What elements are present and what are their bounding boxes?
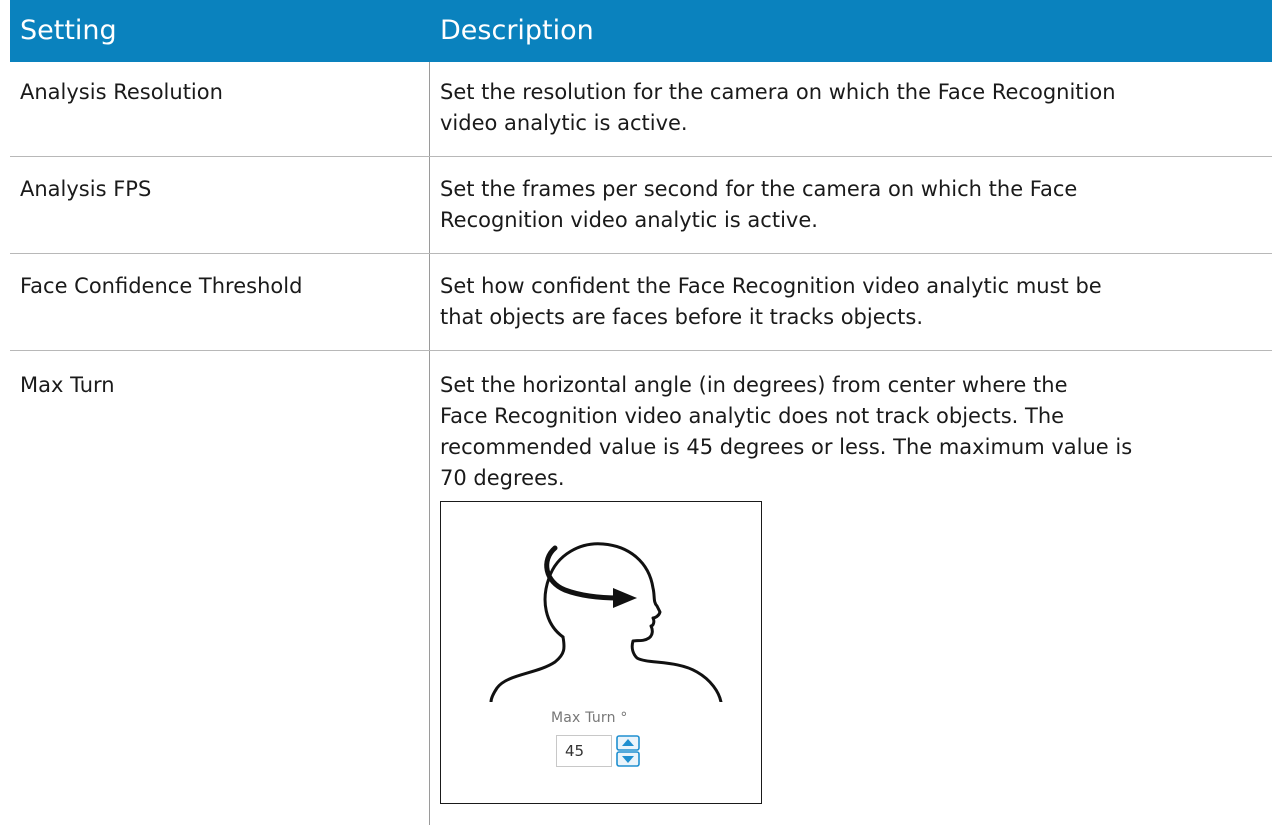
description-line: recommended value is 45 degrees or less.… xyxy=(440,435,1133,459)
column-divider xyxy=(429,62,430,825)
description-line: Set the horizontal angle (in degrees) fr… xyxy=(440,373,1068,397)
setting-description: Set the horizontal angle (in degrees) fr… xyxy=(440,370,1260,494)
description-line: Face Recognition video analytic does not… xyxy=(440,404,1065,428)
header-setting: Setting xyxy=(20,15,117,46)
row-divider xyxy=(10,253,1272,254)
description-line: Recognition video analytic is active. xyxy=(440,208,818,232)
setting-name: Analysis FPS xyxy=(20,177,152,201)
description-line: that objects are faces before it tracks … xyxy=(440,305,924,329)
spinner-down-icon[interactable] xyxy=(616,751,640,767)
spinner-up-icon[interactable] xyxy=(616,735,640,751)
table-header: Setting Description xyxy=(10,0,1272,62)
setting-description: Set the frames per second for the camera… xyxy=(440,174,1260,236)
setting-name: Face Confidence Threshold xyxy=(20,274,303,298)
description-line: Set the frames per second for the camera… xyxy=(440,177,1078,201)
setting-description: Set the resolution for the camera on whi… xyxy=(440,77,1260,139)
max-turn-figure: Max Turn ° 45 xyxy=(440,501,762,804)
row-divider xyxy=(10,350,1272,351)
row-divider xyxy=(10,156,1272,157)
setting-name: Max Turn xyxy=(20,373,115,397)
description-line: Set how confident the Face Recognition v… xyxy=(440,274,1102,298)
description-line: video analytic is active. xyxy=(440,111,688,135)
max-turn-value: 45 xyxy=(565,742,585,760)
description-line: 70 degrees. xyxy=(440,466,565,490)
max-turn-label: Max Turn ° xyxy=(551,710,628,726)
header-description: Description xyxy=(440,15,594,46)
settings-table: Setting Description Analysis Resolution … xyxy=(10,0,1272,825)
head-turn-illustration xyxy=(489,542,723,704)
description-line: Set the resolution for the camera on whi… xyxy=(440,80,1116,104)
setting-name: Analysis Resolution xyxy=(20,80,223,104)
max-turn-input[interactable]: 45 xyxy=(556,735,612,767)
setting-description: Set how confident the Face Recognition v… xyxy=(440,271,1260,333)
max-turn-stepper[interactable] xyxy=(616,735,640,767)
